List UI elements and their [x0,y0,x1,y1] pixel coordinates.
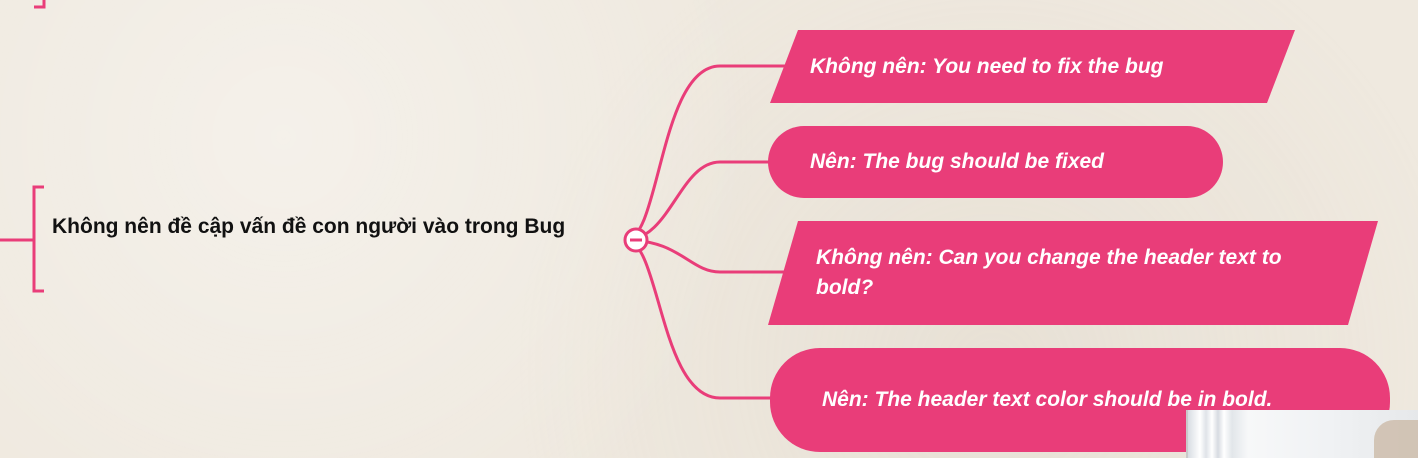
branch-line-1 [625,64,790,242]
minus-circle-icon[interactable] [623,227,649,253]
main-topic[interactable]: Không nên đề cập vấn đề con người vào tr… [52,212,612,242]
child-node-1[interactable]: Không nên: You need to fix the bug [770,30,1295,103]
child-node-label: Không nên: Can you change the header tex… [816,246,1282,299]
branch-line-2 [625,160,775,242]
child-node-2[interactable]: Nên: The bug should be fixed [768,126,1223,198]
main-topic-bracket [32,185,44,293]
child-node-label: Nên: The bug should be fixed [810,150,1104,173]
child-node-label: Không nên: You need to fix the bug [810,54,1164,78]
branch-line-4 [625,238,780,400]
webcam-overlay [1186,410,1418,458]
parent-bracket-top [34,0,46,9]
branch-line-3 [625,238,785,274]
mind-map-canvas: Không nên đề cập vấn đề con người vào tr… [0,0,1418,458]
child-node-3[interactable]: Không nên: Can you change the header tex… [768,221,1378,325]
